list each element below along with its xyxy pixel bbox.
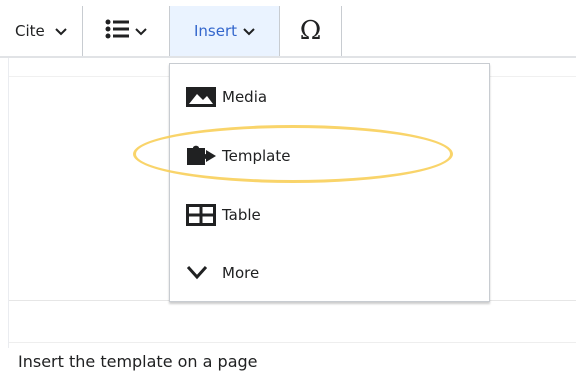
chevron-down-icon <box>135 22 147 40</box>
template-highlight-ellipse <box>133 125 453 183</box>
insert-menu: Media Template Table More <box>169 63 490 302</box>
menu-item-more[interactable]: More <box>186 256 259 290</box>
cite-label: Cite <box>15 22 45 40</box>
toolbar-divider <box>0 56 576 58</box>
chevron-down-icon <box>243 22 255 40</box>
image-icon <box>186 86 218 108</box>
menu-item-label: More <box>222 264 260 282</box>
omega-icon: Ω <box>299 16 322 46</box>
cite-button[interactable]: Cite <box>0 6 83 56</box>
insert-label: Insert <box>193 22 238 40</box>
editor-rule <box>9 342 576 343</box>
list-button[interactable] <box>83 6 170 56</box>
caption-text: Insert the template on a page <box>18 352 258 371</box>
menu-item-label: Table <box>222 206 261 224</box>
editor-left-edge <box>8 58 9 348</box>
menu-item-table[interactable]: Table <box>186 198 261 232</box>
chevron-down-icon <box>186 262 218 284</box>
bullet-list-icon <box>105 19 129 43</box>
table-icon <box>186 204 218 226</box>
menu-item-media[interactable]: Media <box>186 80 267 114</box>
insert-button[interactable]: Insert <box>170 6 280 56</box>
special-character-button[interactable]: Ω <box>280 6 342 56</box>
menu-item-label: Media <box>222 88 268 106</box>
chevron-down-icon <box>55 22 67 40</box>
